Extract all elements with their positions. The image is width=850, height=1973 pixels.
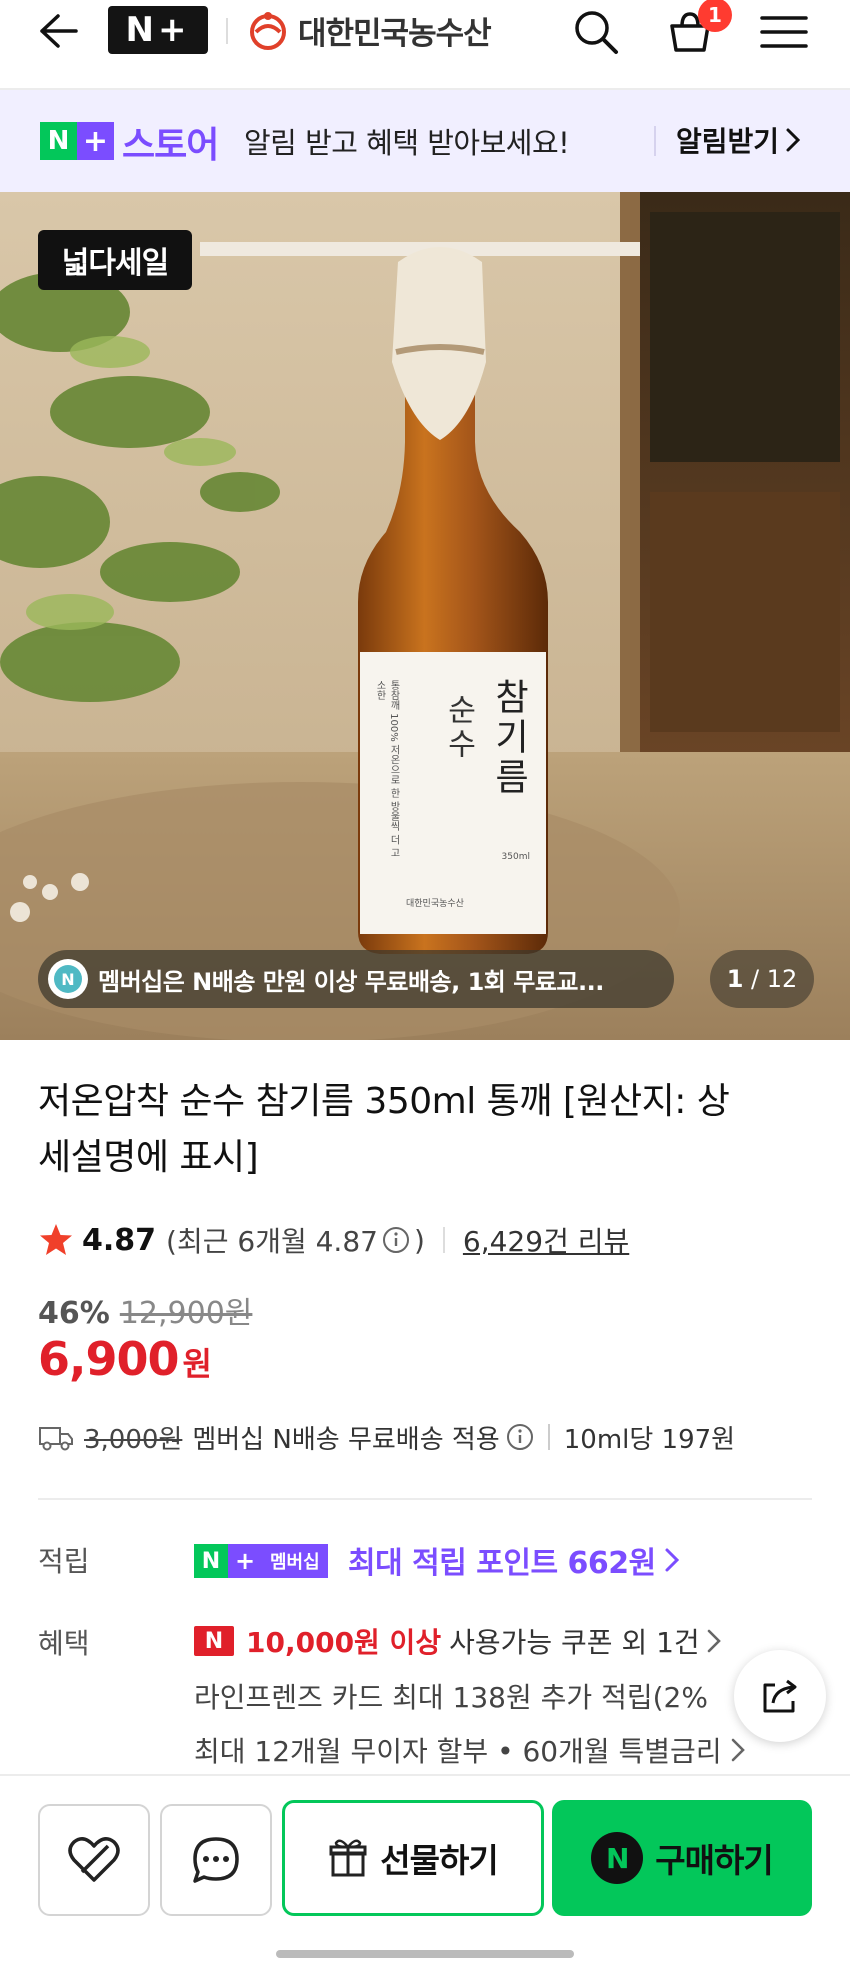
rating-divider (442, 1227, 445, 1253)
banner-message: 알림 받고 혜택 받아보세요! (244, 126, 570, 160)
bottle-label-brand: 대한민국농수산 (406, 899, 464, 909)
membership-n-icon: N (48, 959, 88, 999)
back-button[interactable] (30, 6, 86, 56)
product-title: 저온압착 순수 참기름 350ml 통깨 [원산지: 상세설명에 표시] (38, 1081, 730, 1178)
share-button[interactable] (734, 1650, 826, 1742)
image-page-current: 1 (726, 965, 744, 993)
chevron-right-icon (665, 1548, 679, 1572)
image-page-counter: 1 / 12 (710, 950, 814, 1008)
menu-icon (760, 16, 808, 48)
info-icon[interactable] (506, 1423, 534, 1451)
header-divider (226, 18, 228, 44)
cart-count-badge: 1 (698, 0, 732, 32)
discount-row: 46% 12,900원 (38, 1288, 252, 1332)
chevron-right-icon (707, 1629, 721, 1653)
plus-logo-icon: + (77, 122, 114, 160)
search-icon (575, 11, 618, 54)
gift-icon (329, 1839, 367, 1877)
plus-logo-icon: + (228, 1544, 262, 1578)
info-icon[interactable] (382, 1226, 410, 1254)
heart-icon (68, 1837, 120, 1882)
rating-score: 4.87 (82, 1222, 157, 1258)
max-points-link[interactable]: 최대 적립 포인트 662원 (348, 1538, 680, 1582)
menu-button[interactable] (756, 8, 812, 56)
membership-shipping-pill[interactable]: N 멤버십은 N배송 만원 이상 무료배송, 1회 무료교... (38, 950, 674, 1008)
installment-benefit[interactable]: 최대 12개월 무이자 할부 • 60개월 특별금리 (194, 1730, 746, 1770)
benefits-label: 혜택 (38, 1627, 90, 1660)
truck-icon (39, 1427, 73, 1451)
sale-badge: 넓다세일 (38, 230, 192, 290)
points-label: 적립 (38, 1545, 90, 1578)
section-divider (38, 1498, 812, 1500)
banner-divider (654, 126, 656, 156)
shipping-row: 3,000원 멤버십 N배송 무료배송 적용 10ml당 197원 (38, 1416, 735, 1458)
max-points-text: 최대 적립 포인트 662원 (348, 1546, 656, 1581)
membership-badge: N + 멤버십 (194, 1544, 328, 1578)
membership-shipping-text: 멤버십은 N배송 만원 이상 무료배송, 1회 무료교... (98, 967, 604, 996)
coupon-benefit[interactable]: N 10,000원 이상 사용가능 쿠폰 외 1건 (194, 1620, 722, 1662)
brand-name: 대한민국농수산 (298, 15, 492, 52)
npay-circle-icon: N (591, 1832, 644, 1884)
chat-button[interactable] (160, 1804, 272, 1916)
star-icon (40, 1224, 72, 1255)
original-price: 12,900원 (119, 1296, 253, 1331)
notify-me-label: 알림받기 (676, 125, 780, 158)
shipping-fee: 3,000원 (84, 1424, 183, 1455)
chat-icon (193, 1837, 239, 1883)
chevron-right-icon (731, 1738, 745, 1762)
bottle-label-sub: 순수 (441, 694, 476, 762)
rating-row: 4.87 (최근 6개월 4.87 ) 6,429건 리뷰 (38, 1218, 629, 1262)
banner-store-label: 스토어 (122, 125, 219, 166)
bottle-label-title: 참기름 (488, 678, 529, 798)
shipping-text: 멤버십 N배송 무료배송 적용 (192, 1424, 500, 1455)
bottle-label: 참기름 순수 통참깨 100% 저온으로 한 방울씩 더 고소한 350ml 대… (366, 662, 542, 924)
brand-logo-icon (250, 12, 286, 50)
gift-button-label: 선물하기 (380, 1841, 498, 1880)
coupon-amount: 10,000원 이상 (246, 1626, 442, 1659)
top-header: N+ 대한민국농수산 1 (0, 0, 850, 90)
notification-banner[interactable]: N + 스토어 알림 받고 혜택 받아보세요! 알림받기 (0, 90, 850, 192)
back-arrow-icon (40, 14, 78, 48)
gift-button[interactable]: 선물하기 (282, 1800, 544, 1916)
bottle-label-volume: 350ml (501, 852, 530, 862)
bottom-action-bar: 선물하기 N 구매하기 (0, 1774, 850, 1973)
installment-text: 최대 12개월 무이자 할부 • 60개월 특별금리 (194, 1735, 722, 1768)
n-logo-icon: N (194, 1544, 228, 1578)
card-benefit[interactable]: 라인프렌즈 카드 최대 138원 추가 적립(2% (194, 1676, 754, 1716)
n-logo-icon: N (40, 122, 77, 160)
shipping-divider (547, 1424, 550, 1450)
npay-icon: N (194, 1626, 234, 1656)
nplus-store-logo: N + (40, 122, 114, 160)
rating-recent: (최근 6개월 4.87 ) (166, 1220, 425, 1260)
membership-badge-label: 멤버십 (262, 1544, 328, 1578)
share-icon (763, 1679, 797, 1713)
buy-button[interactable]: N 구매하기 (552, 1800, 812, 1916)
image-page-total: / 12 (751, 965, 798, 993)
chevron-right-icon (786, 128, 801, 152)
coupon-text: 사용가능 쿠폰 외 1건 (449, 1626, 700, 1659)
rating-recent-text: (최근 6개월 4.87 (166, 1225, 378, 1258)
sale-price-value: 6,900 (38, 1332, 180, 1386)
home-indicator (276, 1950, 574, 1958)
discount-percent: 46% (38, 1296, 110, 1331)
product-image-carousel[interactable]: 참기름 순수 통참깨 100% 저온으로 한 방울씩 더 고소한 350ml 대… (0, 192, 850, 1040)
unit-price: 10ml당 197원 (563, 1424, 736, 1455)
reviews-link[interactable]: 6,429건 리뷰 (463, 1220, 629, 1260)
nplus-logo[interactable]: N+ (108, 6, 208, 54)
search-button[interactable] (568, 4, 624, 60)
sale-price-unit: 원 (182, 1345, 212, 1383)
buy-button-label: 구매하기 (655, 1841, 773, 1880)
notify-me-link[interactable]: 알림받기 (676, 120, 801, 160)
sale-price: 6,900 원 (38, 1332, 212, 1386)
bottle-label-vertical: 통참깨 100% 저온으로 한 방울씩 더 고소한 (374, 680, 399, 858)
brand-link[interactable]: 대한민국농수산 (246, 6, 492, 54)
rating-recent-close: ) (413, 1223, 425, 1257)
nplus-logo-text: N+ (125, 10, 191, 50)
wishlist-button[interactable] (38, 1804, 150, 1916)
